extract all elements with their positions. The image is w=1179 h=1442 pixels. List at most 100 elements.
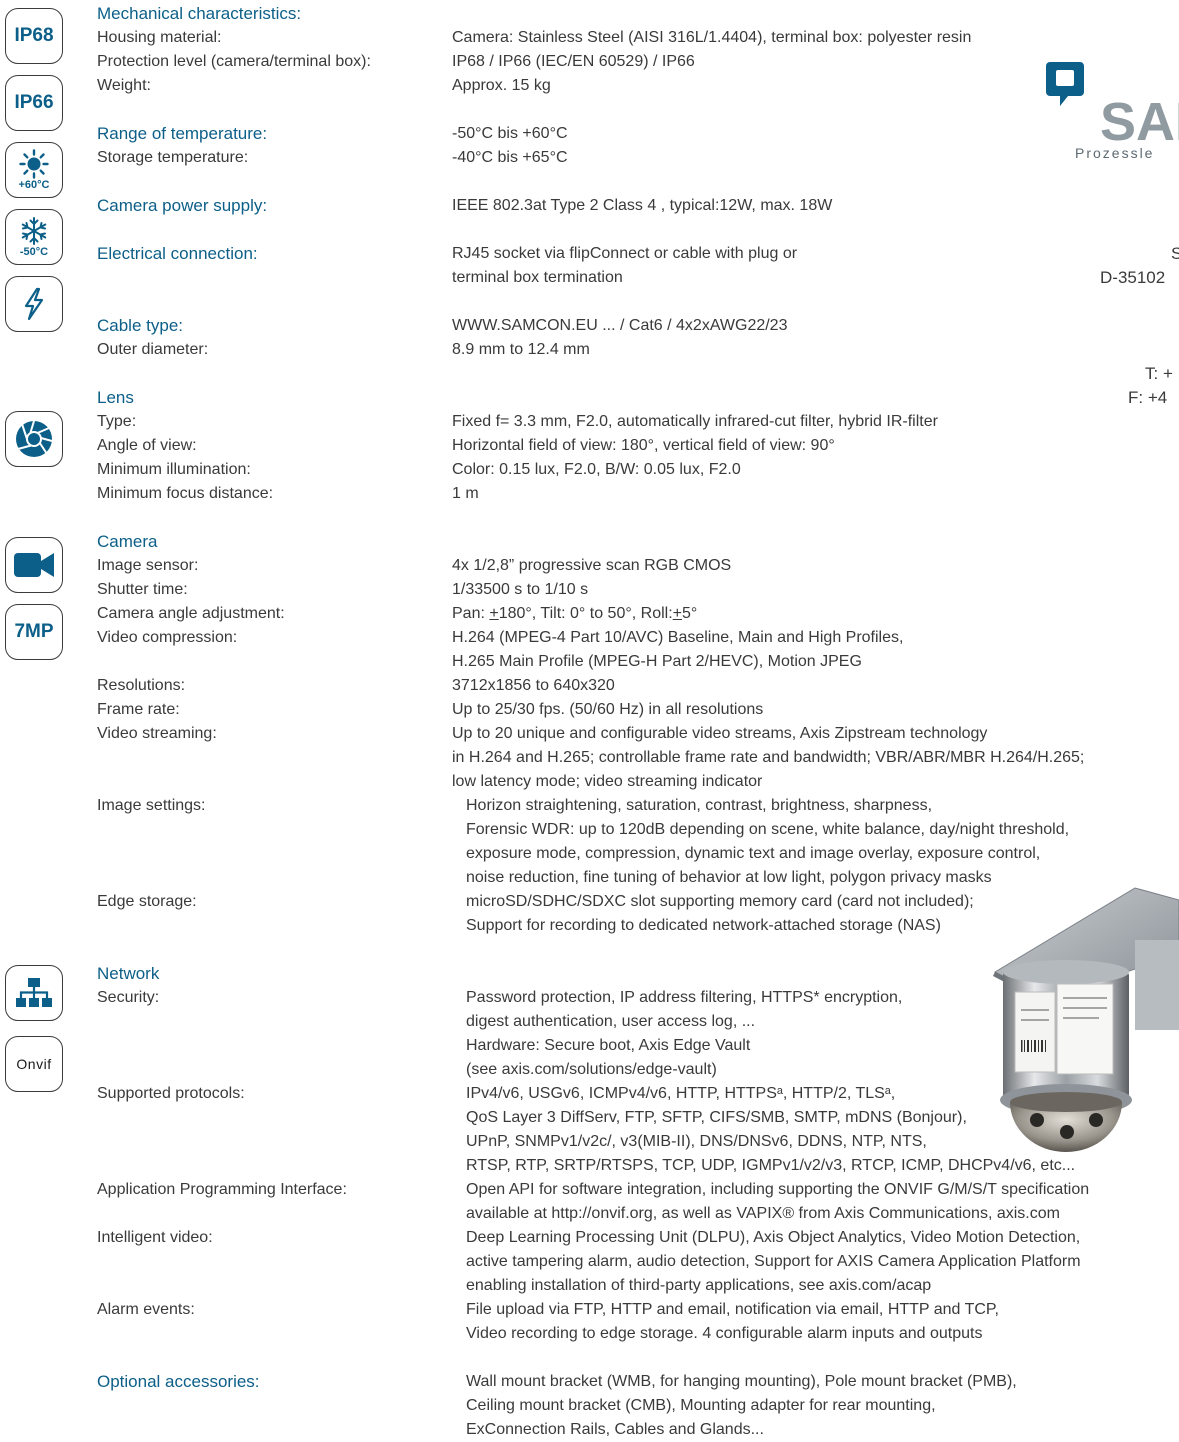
storage-temperature-value: -40°C bis +65°C (452, 149, 568, 166)
camera-heading: Camera (97, 532, 158, 551)
sun-icon (19, 149, 49, 179)
electrical-heading: Electrical connection: (97, 244, 258, 263)
api-line1: Open API for software integration, inclu… (466, 1181, 1090, 1198)
min-focus-label: Minimum focus distance: (97, 485, 274, 502)
cold-temperature-text: -50°C (19, 246, 49, 258)
weight-value: Approx. 15 kg (452, 77, 551, 94)
outer-diameter-value: 8.9 mm to 12.4 mm (452, 341, 590, 358)
security-label: Security: (97, 989, 160, 1006)
video-streaming-line3: low latency mode; video streaming indica… (452, 773, 763, 790)
min-illumination-label: Minimum illumination: (97, 461, 251, 478)
samcon-logo-tagline: Prozessle (1075, 145, 1155, 161)
protocols-line1: IPv4/v6, USGv6, ICMPv4/v6, HTTP, HTTPSᵃ,… (466, 1085, 896, 1102)
camera-badge (5, 537, 63, 593)
angle-adjustment-label: Camera angle adjustment: (97, 605, 285, 622)
temperature-range-value: -50°C bis +60°C (452, 125, 568, 142)
image-sensor-label: Image sensor: (97, 557, 199, 574)
min-focus-value: 1 m (452, 485, 479, 502)
protocols-label: Supported protocols: (97, 1085, 245, 1102)
protection-value: IP68 / IP66 (IEC/EN 60529) / IP66 (452, 53, 695, 70)
video-streaming-line2: in H.264 and H.265; controllable frame r… (452, 749, 1085, 766)
cold-temperature-badge: -50°C (5, 209, 63, 265)
housing-value: Camera: Stainless Steel (AISI 316L/1.440… (452, 29, 972, 46)
ip66-badge: IP66 (5, 75, 63, 131)
power-value: IEEE 802.3at Type 2 Class 4 , typical:12… (452, 197, 833, 214)
intelligent-video-line2: active tampering alarm, audio detection,… (466, 1253, 1081, 1270)
network-topology-icon (15, 977, 53, 1009)
cable-heading: Cable type: (97, 316, 183, 335)
video-compression-line2: H.265 Main Profile (MPEG-H Part 2/HEVC),… (452, 653, 862, 670)
api-label: Application Programming Interface: (97, 1181, 347, 1198)
alarm-events-label: Alarm events: (97, 1301, 195, 1318)
frame-rate-value: Up to 25/30 fps. (50/60 Hz) in all resol… (452, 701, 764, 718)
angle-of-view-label: Angle of view: (97, 437, 197, 454)
security-line4: (see axis.com/solutions/edge-vault) (466, 1061, 717, 1078)
image-settings-line2: Forensic WDR: up to 120dB depending on s… (466, 821, 1070, 838)
lens-type-label: Type: (97, 413, 137, 430)
video-camera-icon (12, 550, 56, 580)
intelligent-video-label: Intelligent video: (97, 1229, 213, 1246)
7mp-text: 7MP (14, 621, 54, 642)
accessories-heading: Optional accessories: (97, 1372, 260, 1391)
lightning-icon (20, 287, 48, 321)
protection-label: Protection level (camera/terminal box): (97, 53, 371, 70)
ip68-badge: IP68 (5, 8, 63, 64)
snowflake-icon (19, 216, 49, 246)
weight-label: Weight: (97, 77, 151, 94)
lens-type-value: Fixed f= 3.3 mm, F2.0, automatically inf… (452, 413, 938, 430)
electrical-value-line1: RJ45 socket via flipConnect or cable wit… (452, 245, 798, 262)
fax-text: F: +4 (1128, 388, 1168, 407)
shutter-time-label: Shutter time: (97, 581, 188, 598)
mechanical-heading: Mechanical characteristics: (97, 4, 302, 23)
intelligent-video-line1: Deep Learning Processing Unit (DLPU), Ax… (466, 1229, 1081, 1246)
security-line3: Hardware: Secure boot, Axis Edge Vault (466, 1037, 751, 1054)
angle-adjustment-end: 5° (682, 605, 698, 622)
image-sensor-value: 4x 1/2,8” progressive scan RGB CMOS (452, 557, 732, 574)
lightning-badge (5, 276, 63, 332)
network-badge (5, 965, 63, 1021)
intelligent-video-line3: enabling installation of third-party app… (466, 1277, 932, 1294)
edge-storage-line1: microSD/SDHC/SDXC slot supporting memory… (466, 893, 974, 910)
api-line2: available at http://onvif.org, as well a… (466, 1205, 1060, 1222)
angle-adjustment-mid: 180°, Tilt: 0° to 50°, Roll: (498, 605, 673, 622)
accessories-line3: ExConnection Rails, Cables and Glands... (466, 1421, 764, 1438)
power-heading: Camera power supply: (97, 196, 268, 215)
edge-storage-line2: Support for recording to dedicated netwo… (466, 917, 941, 934)
security-line1: Password protection, IP address filterin… (466, 989, 903, 1006)
image-settings-label: Image settings: (97, 797, 206, 814)
accessories-line1: Wall mount bracket (WMB, for hanging mou… (466, 1373, 1017, 1390)
7mp-badge: 7MP (5, 604, 63, 660)
video-streaming-line1: Up to 20 unique and configurable video s… (452, 725, 988, 742)
protocols-line2: QoS Layer 3 DiffServ, FTP, SFTP, CIFS/SM… (466, 1109, 967, 1126)
image-settings-line4: noise reduction, fine tuning of behavior… (466, 869, 992, 886)
image-settings-line3: exposure mode, compression, dynamic text… (466, 845, 1041, 862)
min-illumination-value: Color: 0.15 lux, F2.0, B/W: 0.05 lux, F2… (452, 461, 741, 478)
camera-product-image (985, 880, 1179, 1165)
accessories-line2: Ceiling mount bracket (CMB), Mounting ad… (466, 1397, 936, 1414)
angle-adjustment-pan: Pan: (452, 605, 490, 622)
electrical-value-line2: terminal box termination (452, 269, 623, 286)
cable-value: WWW.SAMCON.EU ... / Cat6 / 4x2xAWG22/23 (452, 317, 788, 334)
samcon-logo-text: SAI (1100, 92, 1179, 152)
hot-temperature-badge: +60°C (5, 142, 63, 198)
video-streaming-label: Video streaming: (97, 725, 217, 742)
outer-diameter-label: Outer diameter: (97, 341, 209, 358)
angle-adjustment-value: Pan: +180°, Tilt: 0° to 50°, Roll:+5° (452, 602, 697, 626)
image-settings-line1: Horizon straightening, saturation, contr… (466, 797, 933, 814)
onvif-logo-text: Onvif (16, 1056, 52, 1072)
lens-badge (5, 411, 63, 467)
aperture-icon (14, 419, 54, 459)
edge-storage-label: Edge storage: (97, 893, 197, 910)
frame-rate-label: Frame rate: (97, 701, 180, 718)
hot-temperature-text: +60°C (18, 179, 50, 191)
alarm-events-line2: Video recording to edge storage. 4 confi… (466, 1325, 983, 1342)
ip66-text: IP66 (14, 92, 54, 113)
video-compression-line1: H.264 (MPEG-4 Part 10/AVC) Baseline, Mai… (452, 629, 904, 646)
address-line2: D-35102 (1100, 268, 1166, 287)
temperature-heading: Range of temperature: (97, 124, 268, 143)
resolutions-label: Resolutions: (97, 677, 186, 694)
address-line1: S (1171, 244, 1179, 263)
lens-heading: Lens (97, 388, 134, 407)
protocols-line4: RTSP, RTP, SRTP/RTSPS, TCP, UDP, IGMPv1/… (466, 1157, 1076, 1174)
network-heading: Network (97, 964, 160, 983)
